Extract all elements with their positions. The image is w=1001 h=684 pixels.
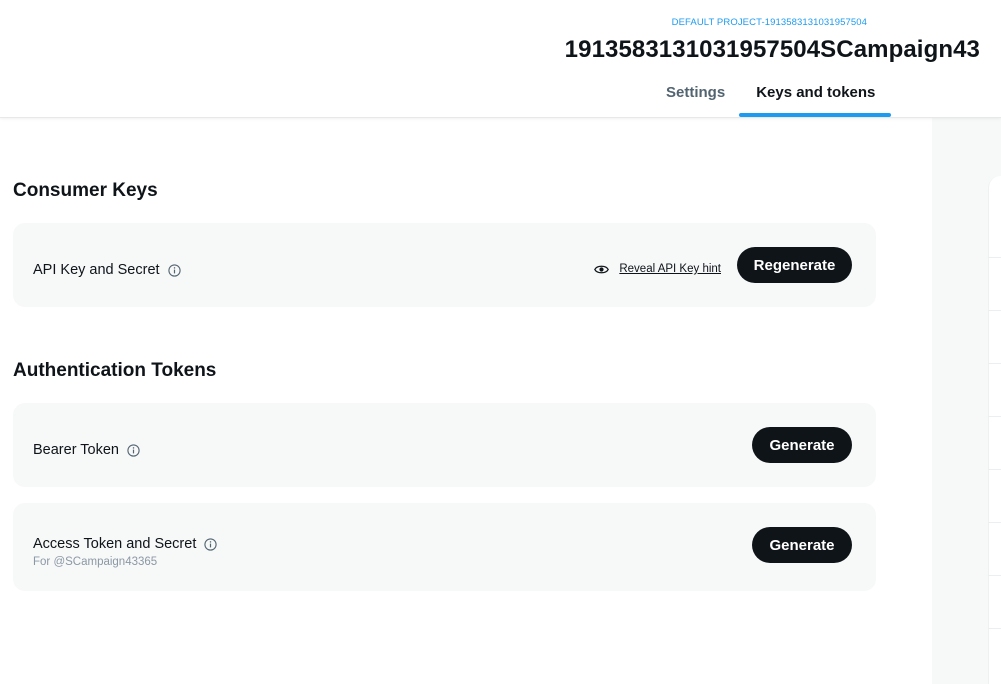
page-header: DEFAULT PROJECT-1913583131031957504 1913… [0,0,1001,118]
consumer-keys-heading: Consumer Keys [13,180,158,201]
bearer-token-label: Bearer Token [33,442,119,458]
info-icon[interactable] [204,537,218,551]
access-token-account-label: For @SCampaign43365 [33,556,158,568]
access-token-card: Access Token and Secret For @SCampaign43… [13,503,876,591]
tab-keys-and-tokens[interactable]: Keys and tokens [739,74,892,117]
right-card-divider [988,416,1001,417]
bearer-token-card: Bearer Token Generate [13,403,876,487]
generate-access-token-button[interactable]: Generate [752,527,852,563]
access-token-label: Access Token and Secret [33,536,197,552]
app-title: 1913583131031957504SCampaign43 [564,36,980,63]
info-icon[interactable] [167,263,181,277]
api-key-label: API Key and Secret [33,262,160,278]
authentication-tokens-heading: Authentication Tokens [13,360,217,381]
right-side-card [988,176,1001,684]
regenerate-button[interactable]: Regenerate [737,247,852,283]
eye-icon [594,264,610,275]
generate-bearer-token-button[interactable]: Generate [752,427,852,463]
right-card-divider [988,628,1001,629]
bearer-token-label-row: Bearer Token [33,442,140,458]
reveal-api-key-hint-label: Reveal API Key hint [619,263,721,275]
api-key-card: API Key and Secret Reveal API Key hint R… [13,223,876,307]
project-link[interactable]: DEFAULT PROJECT-1913583131031957504 [672,17,867,28]
api-key-label-row: API Key and Secret [33,262,181,278]
reveal-api-key-hint-link[interactable]: Reveal API Key hint [594,263,721,275]
right-card-divider [988,257,1001,258]
tab-bar: Settings Keys and tokens [652,74,892,117]
tab-settings[interactable]: Settings [652,74,739,117]
right-card-divider [988,469,1001,470]
info-icon[interactable] [127,443,140,457]
access-token-label-row: Access Token and Secret [33,536,218,552]
app-page: DEFAULT PROJECT-1913583131031957504 1913… [0,0,1001,684]
right-card-divider [988,310,1001,311]
right-card-divider [988,575,1001,576]
right-card-divider [988,363,1001,364]
right-card-divider [988,522,1001,523]
